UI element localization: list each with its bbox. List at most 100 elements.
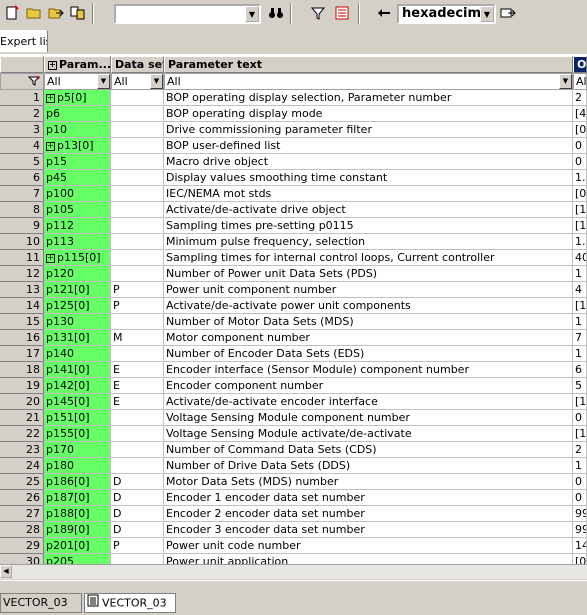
table-row[interactable]: 3 p10 Drive commissioning parameter filter… bbox=[0, 122, 587, 138]
filter-value[interactable]: All bbox=[573, 73, 587, 90]
table-row[interactable]: 17 p140 Number of Encoder Data Sets (EDS) 1 bbox=[0, 346, 587, 362]
table-row[interactable]: 16 p131[0] M Motor component number 7 bbox=[0, 330, 587, 346]
search-combo[interactable]: ▼ bbox=[114, 4, 261, 24]
compare-icon[interactable] bbox=[68, 3, 88, 23]
back-icon[interactable] bbox=[374, 3, 394, 23]
expand-icon[interactable]: + bbox=[46, 141, 55, 151]
filter-icon[interactable] bbox=[27, 75, 41, 89]
table-row[interactable]: 27 p188[0] D Encoder 2 encoder data set num… bbox=[0, 506, 587, 522]
table-row[interactable]: 28 p189[0] D Encoder 3 encoder data set num… bbox=[0, 522, 587, 538]
expand-all-icon[interactable]: + bbox=[48, 60, 57, 70]
table-row[interactable]: 7 p100 IEC/NEMA mot stds[0] bbox=[0, 186, 587, 202]
parameter-number[interactable]: p113 bbox=[44, 234, 111, 250]
table-row[interactable]: 20 p145[0] E Activate/de-activate encoder i… bbox=[0, 394, 587, 410]
parameter-number[interactable]: p140 bbox=[44, 346, 111, 362]
parameter-value[interactable]: 0 bbox=[573, 138, 587, 154]
table-row[interactable]: 14 p125[0] P Activate/de-activate power uni… bbox=[0, 298, 587, 314]
parameter-number[interactable]: p105 bbox=[44, 202, 111, 218]
filter-icon[interactable] bbox=[308, 3, 328, 23]
parameter-number[interactable]: p141[0] bbox=[44, 362, 111, 378]
parameter-number[interactable]: p130 bbox=[44, 314, 111, 330]
parameter-value[interactable]: 1 bbox=[573, 314, 587, 330]
parameter-value[interactable]: 14 bbox=[573, 538, 587, 554]
parameter-value[interactable]: 2 bbox=[573, 90, 587, 106]
parameter-value[interactable]: 99 bbox=[573, 522, 587, 538]
table-row[interactable]: 1 + p5[0] BOP operating display selection, … bbox=[0, 90, 587, 106]
table-row[interactable]: 21 p151[0] Voltage Sensing Module componen… bbox=[0, 410, 587, 426]
parameter-value[interactable]: 1.3 bbox=[573, 234, 587, 250]
parameter-number[interactable]: + p5[0] bbox=[44, 90, 111, 106]
parameter-number[interactable]: p100 bbox=[44, 186, 111, 202]
table-row[interactable]: 26 p187[0] D Encoder 1 encoder data set num… bbox=[0, 490, 587, 506]
parameter-value[interactable]: [0] bbox=[573, 122, 587, 138]
new-icon[interactable] bbox=[2, 3, 22, 23]
table-row[interactable]: 8 p105 Activate/de-activate drive object [1… bbox=[0, 202, 587, 218]
table-row[interactable]: 22 p155[0] Voltage Sensing Module activate… bbox=[0, 426, 587, 442]
parameter-number[interactable]: p125[0] bbox=[44, 298, 111, 314]
parameter-number[interactable]: + p13[0] bbox=[44, 138, 111, 154]
parameter-number[interactable]: p142[0] bbox=[44, 378, 111, 394]
parameter-value[interactable]: 0 bbox=[573, 154, 587, 170]
parameter-number[interactable]: p155[0] bbox=[44, 426, 111, 442]
parameter-value[interactable]: 1 bbox=[573, 458, 587, 474]
table-row[interactable]: 23 p170 Number of Command Data Sets (CDS) 2 bbox=[0, 442, 587, 458]
parameter-value[interactable]: 1 bbox=[573, 266, 587, 282]
table-row[interactable]: 12 p120 Number of Power unit Data Sets (PD… bbox=[0, 266, 587, 282]
parameter-value[interactable]: 5 bbox=[573, 378, 587, 394]
chevron-down-icon[interactable]: ▼ bbox=[97, 74, 110, 89]
parameter-value[interactable]: 0 bbox=[573, 490, 587, 506]
table-row[interactable]: 11 + p115[0] Sampling times for internal co… bbox=[0, 250, 587, 266]
open-icon[interactable] bbox=[24, 3, 44, 23]
parameter-number[interactable]: p170 bbox=[44, 442, 111, 458]
parameter-number[interactable]: p201[0] bbox=[44, 538, 111, 554]
column-header-text[interactable]: Parameter text bbox=[164, 56, 573, 73]
table-row[interactable]: 19 p142[0] E Encoder component number 5 bbox=[0, 378, 587, 394]
parameter-number[interactable]: p121[0] bbox=[44, 282, 111, 298]
table-row[interactable]: 2 p6 BOP operating display mode[4] bbox=[0, 106, 587, 122]
parameter-number[interactable]: p120 bbox=[44, 266, 111, 282]
filter-text[interactable]: All ▼ bbox=[164, 73, 573, 90]
parameter-value[interactable]: 40 bbox=[573, 250, 587, 266]
forward-icon[interactable] bbox=[498, 3, 518, 23]
parameter-number[interactable]: p15 bbox=[44, 154, 111, 170]
parameter-number[interactable]: p189[0] bbox=[44, 522, 111, 538]
parameter-value[interactable]: 99 bbox=[573, 506, 587, 522]
parameter-value[interactable]: [4] bbox=[573, 106, 587, 122]
parameter-number[interactable]: p151[0] bbox=[44, 410, 111, 426]
parameter-value[interactable]: [1] bbox=[573, 394, 587, 410]
column-header-dataset[interactable]: Data set bbox=[111, 56, 164, 73]
parameter-value[interactable]: 6 bbox=[573, 362, 587, 378]
column-header-value[interactable]: Of bbox=[573, 56, 587, 73]
expand-icon[interactable]: + bbox=[46, 93, 55, 103]
chevron-down-icon[interactable]: ▼ bbox=[559, 74, 572, 89]
parameter-number[interactable]: p10 bbox=[44, 122, 111, 138]
export-icon[interactable] bbox=[46, 3, 66, 23]
chevron-down-icon[interactable]: ▼ bbox=[480, 6, 494, 22]
parameter-value[interactable]: 4 bbox=[573, 282, 587, 298]
horizontal-scrollbar[interactable]: ◀ bbox=[0, 564, 587, 579]
parameter-value[interactable]: 7 bbox=[573, 330, 587, 346]
tab-vector-second[interactable]: VECTOR_03 bbox=[84, 593, 176, 613]
parameter-value[interactable]: 1.0 bbox=[573, 170, 587, 186]
table-row[interactable]: 25 p186[0] D Motor Data Sets (MDS) number 0 bbox=[0, 474, 587, 490]
table-row[interactable]: 6 p45 Display values smoothing time consta… bbox=[0, 170, 587, 186]
tab-expert-list[interactable]: Expert list bbox=[0, 30, 48, 52]
parameter-number[interactable]: p45 bbox=[44, 170, 111, 186]
parameter-number[interactable]: + p115[0] bbox=[44, 250, 111, 266]
parameter-value[interactable]: 2 bbox=[573, 442, 587, 458]
table-row[interactable]: 10 p113 Minimum pulse frequency, selection… bbox=[0, 234, 587, 250]
table-row[interactable]: 24 p180 Number of Drive Data Sets (DDS) 1 bbox=[0, 458, 587, 474]
parameter-value[interactable]: [1] bbox=[573, 202, 587, 218]
parameter-value[interactable]: [1] bbox=[573, 426, 587, 442]
parameter-value[interactable]: 1 bbox=[573, 346, 587, 362]
expand-icon[interactable]: + bbox=[46, 253, 55, 263]
parameter-value[interactable]: 0 bbox=[573, 474, 587, 490]
parameter-value[interactable]: [1] bbox=[573, 218, 587, 234]
table-row[interactable]: 13 p121[0] P Power unit component number 4 bbox=[0, 282, 587, 298]
parameter-number[interactable]: p112 bbox=[44, 218, 111, 234]
table-row[interactable]: 29 p201[0] PPower unit code number14 bbox=[0, 538, 587, 554]
parameter-number[interactable]: p187[0] bbox=[44, 490, 111, 506]
parameter-value[interactable]: [0] bbox=[573, 186, 587, 202]
column-header-param[interactable]: + Param... bbox=[44, 56, 111, 73]
parameter-number[interactable]: p131[0] bbox=[44, 330, 111, 346]
